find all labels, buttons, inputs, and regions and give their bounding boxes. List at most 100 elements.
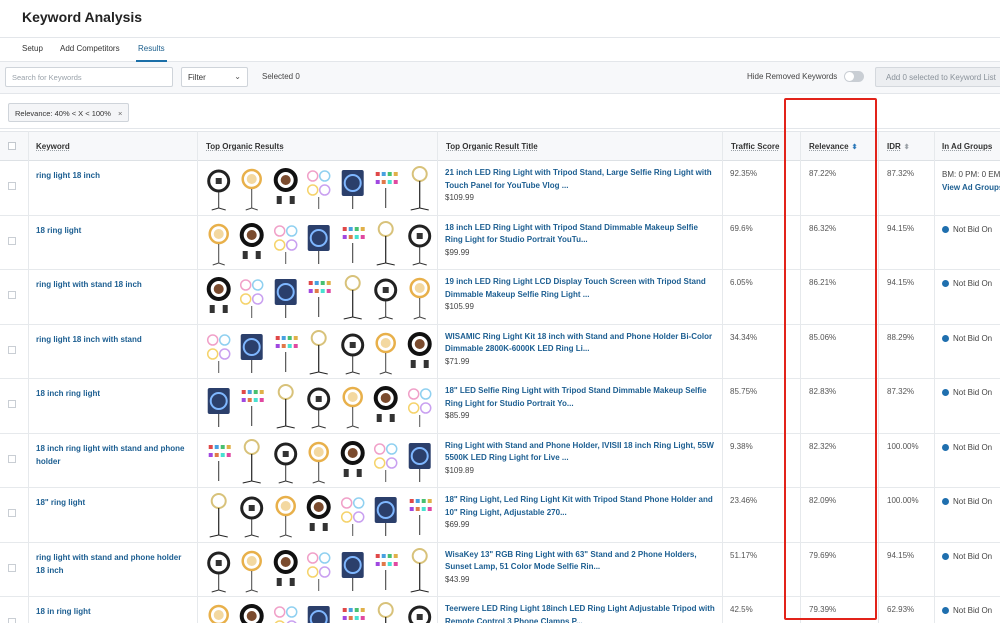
product-title-link[interactable]: WisaKey 13" RGB Ring Light with 63" Stan… <box>445 549 717 574</box>
product-thumbnail[interactable] <box>236 327 268 375</box>
product-thumbnail[interactable] <box>303 600 335 623</box>
product-thumbnail[interactable] <box>303 164 335 211</box>
product-thumbnail[interactable] <box>403 436 435 484</box>
product-thumbnail[interactable] <box>403 164 435 211</box>
row-checkbox[interactable] <box>8 454 16 463</box>
sort-icon[interactable]: ⬍ <box>904 143 910 151</box>
product-thumbnail[interactable] <box>303 545 335 593</box>
sort-desc-icon[interactable]: ⬍ <box>852 143 858 151</box>
product-thumbnail[interactable] <box>203 382 235 429</box>
close-icon[interactable]: × <box>118 109 122 118</box>
row-checkbox[interactable] <box>8 236 16 245</box>
product-thumbnail[interactable] <box>403 545 435 593</box>
product-thumbnail[interactable] <box>236 491 268 538</box>
hide-removed-toggle[interactable] <box>844 71 864 82</box>
product-thumbnail[interactable] <box>303 273 335 320</box>
keyword-link[interactable]: ring light with stand and phone holder 1… <box>36 551 191 577</box>
tab-setup[interactable]: Setup <box>22 44 43 53</box>
table-row[interactable]: ring light 18 inch with stand WISAMIC Ri… <box>0 325 1000 379</box>
product-thumbnail[interactable] <box>403 218 435 266</box>
table-row[interactable]: ring light with stand 18 inch 19 inch LE… <box>0 270 1000 325</box>
tab-results[interactable]: Results <box>136 44 167 62</box>
product-thumbnail[interactable] <box>236 218 268 266</box>
keyword-link[interactable]: ring light 18 inch with stand <box>36 333 191 346</box>
product-thumbnail[interactable] <box>269 491 302 538</box>
product-thumbnail[interactable] <box>269 382 302 429</box>
row-checkbox[interactable] <box>8 182 16 190</box>
product-thumbnail[interactable] <box>203 164 235 211</box>
product-thumbnail[interactable] <box>403 600 435 623</box>
product-thumbnail[interactable] <box>336 218 369 266</box>
product-thumbnail[interactable] <box>303 327 335 375</box>
col-idr[interactable]: IDR ⬍ <box>887 142 910 151</box>
product-thumbnail[interactable] <box>370 491 402 538</box>
product-thumbnail[interactable] <box>370 218 402 266</box>
row-checkbox[interactable] <box>8 618 16 623</box>
product-thumbnail[interactable] <box>269 436 302 484</box>
table-row[interactable]: 18 inch ring light with stand and phone … <box>0 434 1000 488</box>
product-thumbnail[interactable] <box>370 600 402 623</box>
product-thumbnail[interactable] <box>203 600 235 623</box>
select-all-checkbox[interactable] <box>8 142 16 150</box>
product-thumbnail[interactable] <box>336 382 369 429</box>
product-thumbnail[interactable] <box>370 545 402 593</box>
keyword-link[interactable]: ring light with stand 18 inch <box>36 278 191 291</box>
keyword-link[interactable]: 18 inch ring light <box>36 387 191 400</box>
row-checkbox[interactable] <box>8 400 16 408</box>
keyword-link[interactable]: 18 in ring light <box>36 605 191 618</box>
product-thumbnail[interactable] <box>336 273 369 320</box>
product-title-link[interactable]: WISAMIC Ring Light Kit 18 inch with Stan… <box>445 331 717 356</box>
product-thumbnail[interactable] <box>236 273 268 320</box>
row-checkbox[interactable] <box>8 509 16 517</box>
col-relevance[interactable]: Relevance ⬍ <box>809 142 857 151</box>
product-thumbnail[interactable] <box>370 382 402 429</box>
row-checkbox[interactable] <box>8 345 16 354</box>
product-thumbnail[interactable] <box>370 436 402 484</box>
product-thumbnail[interactable] <box>236 545 268 593</box>
product-thumbnail[interactable] <box>403 273 435 320</box>
filter-dropdown[interactable]: Filter ⌄ <box>181 67 248 87</box>
row-checkbox[interactable] <box>8 563 16 572</box>
product-thumbnail[interactable] <box>336 545 369 593</box>
product-thumbnail[interactable] <box>303 382 335 429</box>
product-title-link[interactable]: 18" Ring Light, Led Ring Light Kit with … <box>445 494 717 519</box>
product-thumbnail[interactable] <box>269 164 302 211</box>
row-checkbox[interactable] <box>8 291 16 299</box>
product-thumbnail[interactable] <box>236 164 268 211</box>
product-thumbnail[interactable] <box>236 600 268 623</box>
table-row[interactable]: 18 inch ring light 18" LED Selfie Ring L… <box>0 379 1000 434</box>
table-row[interactable]: ring light with stand and phone holder 1… <box>0 543 1000 597</box>
product-thumbnail[interactable] <box>269 545 302 593</box>
table-row[interactable]: 18 in ring light Teerwere LED Ring Light… <box>0 597 1000 623</box>
product-thumbnail[interactable] <box>370 164 402 211</box>
col-traffic-score[interactable]: Traffic Score <box>731 142 779 151</box>
keyword-link[interactable]: ring light 18 inch <box>36 169 191 182</box>
product-title-link[interactable]: Teerwere LED Ring Light 18inch LED Ring … <box>445 603 717 623</box>
product-thumbnail[interactable] <box>203 218 235 266</box>
product-thumbnail[interactable] <box>203 327 235 375</box>
col-keyword[interactable]: Keyword <box>36 142 70 151</box>
product-thumbnail[interactable] <box>269 273 302 320</box>
product-thumbnail[interactable] <box>403 382 435 429</box>
product-thumbnail[interactable] <box>336 164 369 211</box>
product-thumbnail[interactable] <box>370 327 402 375</box>
product-thumbnail[interactable] <box>203 273 235 320</box>
product-title-link[interactable]: Ring Light with Stand and Phone Holder, … <box>445 440 717 465</box>
keyword-link[interactable]: 18 inch ring light with stand and phone … <box>36 442 191 468</box>
product-thumbnail[interactable] <box>303 218 335 266</box>
product-thumbnail[interactable] <box>403 327 435 375</box>
table-row[interactable]: 18 ring light 18 inch LED Ring Light wit… <box>0 216 1000 270</box>
product-thumbnail[interactable] <box>336 327 369 375</box>
product-thumbnail[interactable] <box>203 491 235 538</box>
table-row[interactable]: 18" ring light 18" Ring Light, Led Ring … <box>0 488 1000 543</box>
view-ad-groups-link[interactable]: View Ad Groups <box>942 182 1000 195</box>
keyword-link[interactable]: 18" ring light <box>36 496 191 509</box>
col-top-organic-results[interactable]: Top Organic Results <box>206 142 284 151</box>
product-thumbnail[interactable] <box>269 218 302 266</box>
add-to-keyword-list-button[interactable]: Add 0 selected to Keyword List <box>875 67 1000 87</box>
product-title-link[interactable]: 21 inch LED Ring Light with Tripod Stand… <box>445 167 717 192</box>
product-thumbnail[interactable] <box>236 436 268 484</box>
product-thumbnail[interactable] <box>203 545 235 593</box>
product-thumbnail[interactable] <box>303 491 335 538</box>
product-thumbnail[interactable] <box>269 600 302 623</box>
